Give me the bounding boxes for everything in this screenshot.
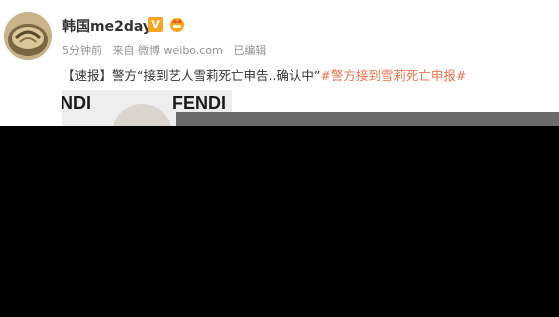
post-content: 【速报】警方“接到艺人雪莉死亡申告..确认中”#警方接到雪莉死亡申报# xyxy=(62,65,466,84)
post-hashtag-link[interactable]: #警方接到雪莉死亡申报# xyxy=(320,68,466,83)
post-meta: 5分钟前 来自 微博 weibo.com 已编辑 xyxy=(62,42,273,58)
backdrop-brand-left: NDI xyxy=(62,93,91,113)
avatar-image xyxy=(4,12,52,60)
edited-label[interactable]: 已编辑 xyxy=(233,44,266,57)
post-source[interactable]: 来自 微博 weibo.com xyxy=(113,44,223,57)
post-time[interactable]: 5分钟前 xyxy=(62,44,102,57)
username[interactable]: 韩国me2day xyxy=(62,16,152,36)
crown-icon[interactable] xyxy=(168,15,186,33)
post-text-body: 【速报】警方“接到艺人雪莉死亡申告..确认中” xyxy=(62,68,321,83)
vip-badge-label: V xyxy=(151,18,160,31)
black-overlay xyxy=(0,126,559,317)
backdrop-brand-right: FENDI xyxy=(172,93,226,113)
vip-badge-icon[interactable]: V xyxy=(148,17,163,32)
image-dark-band xyxy=(176,112,559,127)
avatar[interactable] xyxy=(4,12,52,60)
